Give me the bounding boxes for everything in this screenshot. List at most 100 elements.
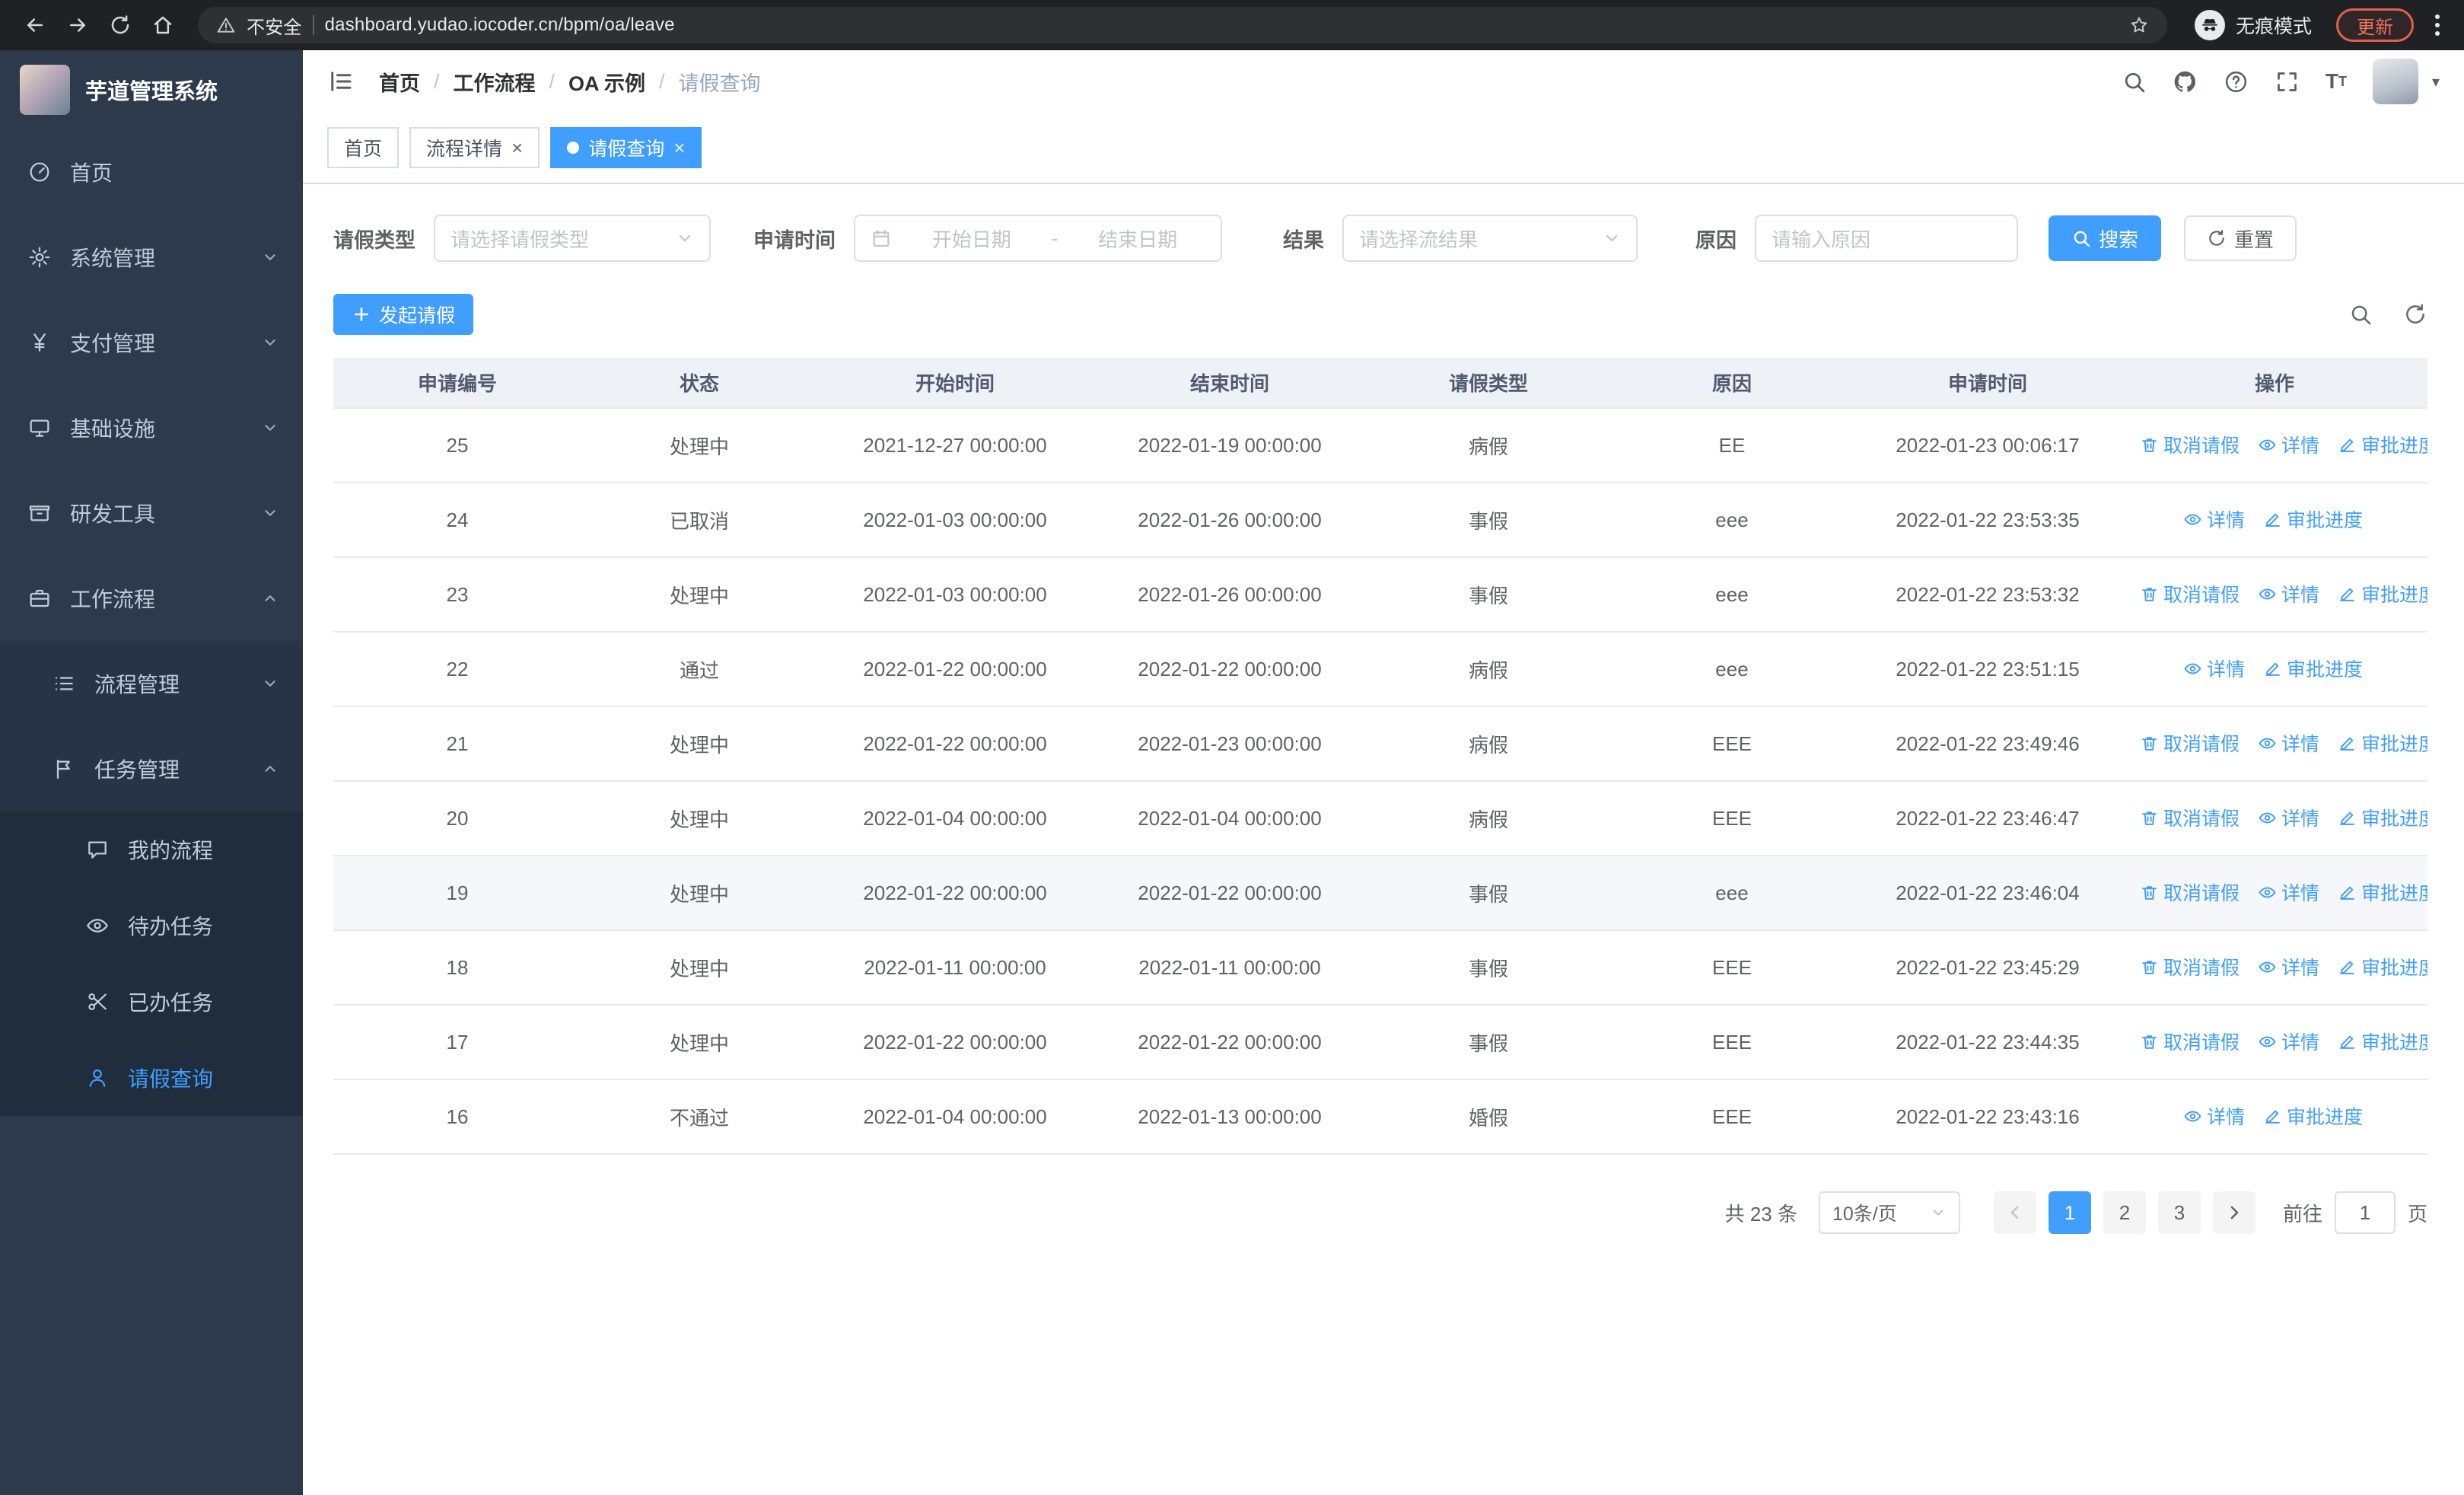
action-detail-link[interactable]: 详情 [2258,804,2319,831]
action-detail-link[interactable]: 详情 [2183,505,2245,533]
create-leave-button[interactable]: 发起请假 [333,294,474,335]
breadcrumb-item[interactable]: 工作流程 [454,67,536,97]
sidebar-item-workflow[interactable]: 工作流程 [0,556,303,641]
refresh-table-icon[interactable] [2403,302,2427,327]
sidebar-item-devtools[interactable]: 研发工具 [0,470,303,556]
page-button-1[interactable]: 1 [2048,1191,2091,1234]
action-progress-link[interactable]: 审批进度 [2338,804,2427,831]
action-progress-link[interactable]: 审批进度 [2338,1028,2427,1055]
table-cell: 23 [333,557,581,633]
action-progress-link[interactable]: 审批进度 [2338,580,2427,607]
action-cancel-link[interactable]: 取消请假 [2140,878,2240,906]
tab-item[interactable]: 请假查询 × [550,127,702,168]
sidebar-item-process-mgmt[interactable]: 流程管理 [0,641,303,726]
table-row[interactable]: 23 处理中 2022-01-03 00:00:00 2022-01-26 00:00… [333,557,2427,633]
table-row[interactable]: 20 处理中 2022-01-04 00:00:00 2022-01-04 00:00… [333,781,2427,856]
user-avatar[interactable] [2372,59,2418,104]
action-detail-link[interactable]: 详情 [2183,1102,2245,1130]
home-icon[interactable] [143,5,183,45]
action-detail-link[interactable]: 详情 [2258,729,2319,757]
search-button[interactable]: 搜索 [2049,215,2162,261]
table-row[interactable]: 22 通过 2022-01-22 00:00:00 2022-01-22 00:00:… [333,632,2427,707]
table-row[interactable]: 25 处理中 2021-12-27 00:00:00 2022-01-19 00:00… [333,408,2427,483]
action-cancel-link[interactable]: 取消请假 [2140,1028,2240,1055]
back-icon[interactable] [15,5,55,45]
leave-type-select[interactable]: 请选择请假类型 [434,215,711,262]
table-row[interactable]: 18 处理中 2022-01-11 00:00:00 2022-01-11 00:00… [333,930,2427,1006]
reason-input[interactable]: 请输入原因 [1755,215,2018,262]
browser-menu-icon[interactable] [2426,14,2449,36]
action-cancel-link[interactable]: 取消请假 [2140,431,2240,458]
eye-icon [2258,734,2277,753]
action-progress-link[interactable]: 审批进度 [2338,953,2427,980]
tab-item[interactable]: 流程详情 × [409,127,540,168]
sidebar-item-done-tasks[interactable]: 已办任务 [0,964,303,1040]
action-progress-link[interactable]: 审批进度 [2263,505,2363,533]
github-icon[interactable] [2173,69,2198,94]
tab-close-icon[interactable]: × [511,138,523,158]
action-cancel-link[interactable]: 取消请假 [2140,953,2240,980]
font-size-icon[interactable]: TT [2326,71,2347,92]
breadcrumb-item[interactable]: OA 示例 [568,67,645,97]
page-size-select[interactable]: 10条/页 [1818,1191,1960,1234]
hide-search-icon[interactable] [2348,302,2373,327]
sidebar-logo[interactable]: 芋道管理系统 [0,50,303,129]
apply-time-range-picker[interactable]: 开始日期 - 结束日期 [854,215,1222,262]
pagination-goto: 前往 页 [2283,1191,2427,1234]
table-row[interactable]: 24 已取消 2022-01-03 00:00:00 2022-01-26 00:00… [333,483,2427,558]
action-progress-link[interactable]: 审批进度 [2263,655,2363,682]
tab-item[interactable]: 首页 [327,127,400,168]
action-detail-link[interactable]: 详情 [2183,655,2245,682]
sidebar-item-my-process[interactable]: 我的流程 [0,811,303,888]
start-date-placeholder[interactable]: 开始日期 [904,225,1039,253]
fullscreen-icon[interactable] [2275,69,2300,94]
action-progress-link[interactable]: 审批进度 [2338,729,2427,757]
action-cancel-link[interactable]: 取消请假 [2140,729,2240,757]
chevron-down-icon [265,339,275,346]
avatar-caret-icon[interactable]: ▾ [2432,72,2440,91]
table-row[interactable]: 19 处理中 2022-01-22 00:00:00 2022-01-22 00:00… [333,856,2427,931]
sidebar-item-todo-tasks[interactable]: 待办任务 [0,888,303,964]
security-chip[interactable]: 不安全 [247,12,302,39]
leave-type-placeholder: 请选择请假类型 [450,228,590,251]
action-detail-link[interactable]: 详情 [2258,953,2319,980]
help-icon[interactable] [2224,69,2249,94]
action-cancel-link[interactable]: 取消请假 [2140,804,2240,831]
reload-icon[interactable] [100,5,140,45]
sidebar-item-payment[interactable]: 支付管理 [0,300,303,385]
action-cancel-link[interactable]: 取消请假 [2140,580,2240,607]
url-text[interactable]: dashboard.yudao.iocoder.cn/bpm/oa/leave [325,14,675,36]
sidebar-item-home[interactable]: 首页 [0,129,303,215]
forward-icon[interactable] [58,5,97,45]
tab-close-icon[interactable]: × [673,138,685,158]
search-icon[interactable] [2122,69,2147,94]
next-page-button[interactable] [2212,1191,2255,1234]
prev-page-button[interactable] [1993,1191,2036,1234]
action-progress-link[interactable]: 审批进度 [2263,1102,2363,1130]
end-date-placeholder[interactable]: 结束日期 [1070,225,1205,253]
sidebar-item-leave-query[interactable]: 请假查询 [0,1040,303,1116]
sidebar-item-system[interactable]: 系统管理 [0,215,303,300]
goto-page-input[interactable] [2334,1191,2396,1234]
table-row[interactable]: 16 不通过 2022-01-04 00:00:00 2022-01-13 00:00… [333,1079,2427,1155]
sidebar-item-infrastructure[interactable]: 基础设施 [0,385,303,470]
action-detail-link[interactable]: 详情 [2258,1028,2319,1055]
action-detail-link[interactable]: 详情 [2258,580,2319,607]
reset-button[interactable]: 重置 [2184,215,2297,261]
sidebar-item-task-mgmt[interactable]: 任务管理 [0,726,303,811]
action-progress-link[interactable]: 审批进度 [2338,878,2427,906]
sidebar-toggle-icon[interactable] [327,68,355,95]
page-button-3[interactable]: 3 [2157,1191,2201,1234]
incognito-badge: 无痕模式 [2194,10,2312,40]
table-row[interactable]: 21 处理中 2022-01-22 00:00:00 2022-01-23 00:00… [333,706,2427,782]
action-progress-link[interactable]: 审批进度 [2338,431,2427,458]
action-detail-link[interactable]: 详情 [2258,878,2319,906]
update-button[interactable]: 更新 [2336,8,2414,42]
table-row[interactable]: 17 处理中 2022-01-22 00:00:00 2022-01-22 00:00… [333,1005,2427,1080]
result-select[interactable]: 请选择流结果 [1342,215,1638,262]
bookmark-star-icon[interactable] [2129,15,2149,35]
breadcrumb-item[interactable]: 首页 [379,67,420,97]
action-detail-link[interactable]: 详情 [2258,431,2319,458]
url-bar[interactable]: 不安全 dashboard.yudao.iocoder.cn/bpm/oa/le… [198,7,2167,43]
page-button-2[interactable]: 2 [2103,1191,2146,1234]
